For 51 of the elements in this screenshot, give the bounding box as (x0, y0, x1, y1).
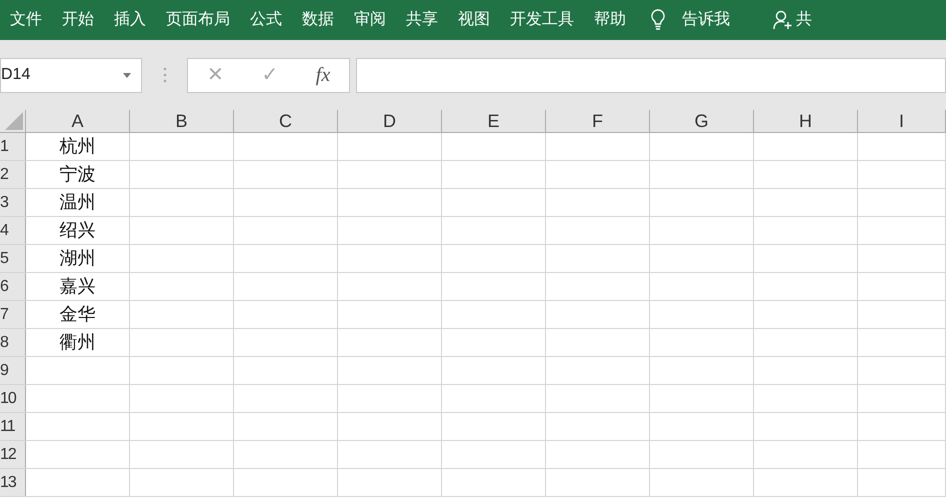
row-header[interactable]: 3 (0, 189, 26, 216)
drag-handle-icon[interactable] (163, 67, 167, 83)
table-cell: 嘉兴 (26, 273, 130, 300)
column-header[interactable]: E (442, 110, 546, 132)
ribbon-tab[interactable]: 视图 (458, 8, 490, 32)
ribbon-tab[interactable]: 审阅 (354, 8, 386, 32)
ribbon-tab[interactable]: 开始 (62, 8, 94, 32)
column-header[interactable]: C (234, 110, 338, 132)
dropdown-caret-icon[interactable] (123, 72, 131, 78)
row-header[interactable]: 10 (0, 385, 26, 412)
table-cell: 宁波 (26, 161, 130, 188)
column-header[interactable]: I (858, 110, 946, 132)
cell-reference: D14 (1, 65, 30, 85)
tell-me-search[interactable]: 告诉我 (682, 8, 730, 32)
ribbon-tab[interactable]: 文件 (10, 8, 42, 32)
formula-input[interactable] (356, 58, 946, 92)
row-header[interactable]: 7 (0, 301, 26, 328)
column-header[interactable]: G (650, 110, 754, 132)
row-header[interactable]: 6 (0, 273, 26, 300)
row-header[interactable]: 9 (0, 357, 26, 384)
ribbon-tab[interactable]: 共享 (406, 8, 438, 32)
table-cell: 杭州 (26, 133, 130, 160)
column-header[interactable]: A (26, 110, 130, 132)
name-box[interactable]: D14 (0, 58, 142, 92)
ribbon-tab[interactable]: 插入 (114, 8, 146, 32)
ribbon-tab[interactable]: 公式 (250, 8, 282, 32)
ribbon-tab[interactable]: 数据 (302, 8, 334, 32)
column-header[interactable]: F (546, 110, 650, 132)
row-header[interactable]: 5 (0, 245, 26, 272)
ribbon-tab[interactable]: 帮助 (594, 8, 626, 32)
column-header[interactable]: H (754, 110, 858, 132)
column-header[interactable]: B (130, 110, 234, 132)
add-person-icon[interactable] (772, 9, 794, 31)
column-header[interactable]: D (338, 110, 442, 132)
row-header[interactable]: 1 (0, 133, 26, 160)
table-cell: 绍兴 (26, 217, 130, 244)
insert-function-button[interactable]: fx (316, 60, 330, 90)
row-header[interactable]: 2 (0, 161, 26, 188)
table-cell: 衢州 (26, 329, 130, 356)
table-cell: 温州 (26, 189, 130, 216)
share-button[interactable]: 共 (796, 8, 812, 32)
row-header[interactable]: 4 (0, 217, 26, 244)
row-header[interactable]: 12 (0, 441, 26, 468)
lightbulb-icon[interactable] (650, 8, 666, 32)
table-cell: 湖州 (26, 245, 130, 272)
ribbon-tab[interactable]: 开发工具 (510, 8, 574, 32)
table-cell: 金华 (26, 301, 130, 328)
row-header[interactable]: 11 (0, 413, 26, 440)
ribbon-tab[interactable]: 页面布局 (166, 8, 230, 32)
row-header[interactable]: 8 (0, 329, 26, 356)
row-header[interactable]: 13 (0, 469, 26, 496)
